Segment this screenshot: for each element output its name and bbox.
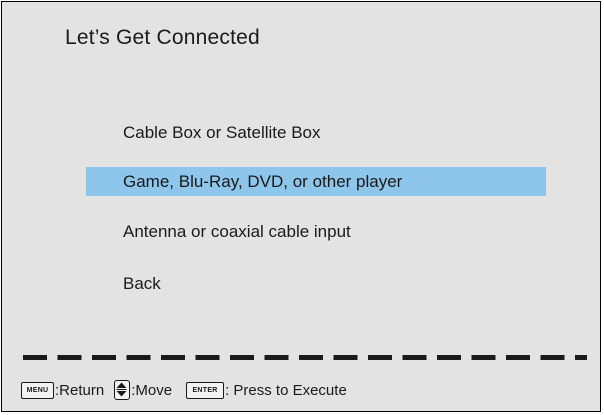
menu-item-label: Antenna or coaxial cable input <box>123 222 351 241</box>
dashed-divider <box>23 355 587 360</box>
menu-item-label: Game, Blu-Ray, DVD, or other player <box>123 172 403 191</box>
menu-item-antenna-coaxial[interactable]: Antenna or coaxial cable input <box>86 217 546 246</box>
return-hint-label: :Return <box>55 381 105 399</box>
menu-item-label: Cable Box or Satellite Box <box>123 123 321 142</box>
up-down-arrow-glyph <box>116 382 127 397</box>
key-hint-bar: MENU :Return :Move ENTER : Press to Exec… <box>21 379 347 401</box>
move-hint-label: :Move <box>131 381 173 399</box>
menu-item-label: Back <box>123 274 161 293</box>
menu-item-cable-satellite[interactable]: Cable Box or Satellite Box <box>86 118 546 147</box>
up-down-arrow-icon <box>114 380 131 400</box>
page-title: Let’s Get Connected <box>65 26 260 49</box>
enter-key-icon: ENTER <box>186 381 225 399</box>
tv-menu-screen: Let’s Get Connected Cable Box or Satelli… <box>1 1 601 412</box>
menu-key-icon: MENU <box>21 381 54 399</box>
menu-item-back[interactable]: Back <box>86 269 546 298</box>
execute-hint-label: : Press to Execute <box>225 381 347 399</box>
menu-item-game-bluray-dvd[interactable]: Game, Blu-Ray, DVD, or other player <box>86 167 546 196</box>
